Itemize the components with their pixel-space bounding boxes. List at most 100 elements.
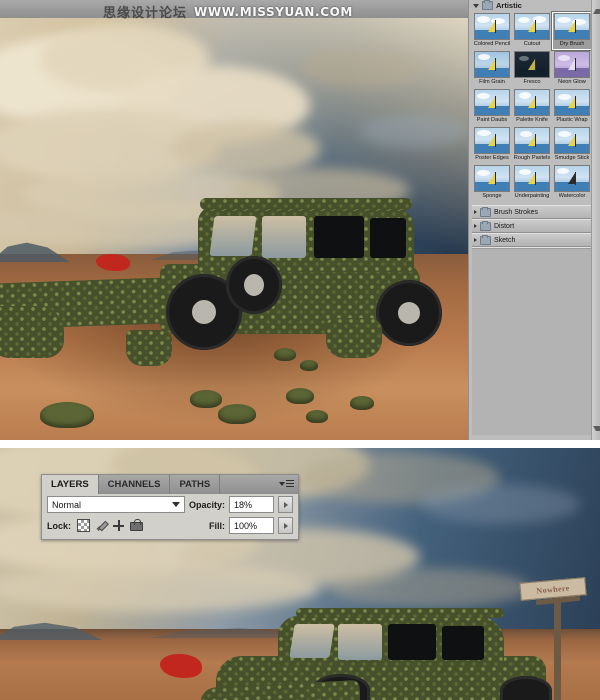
thumb-mast <box>495 58 496 71</box>
preview-titlebar-strip <box>0 0 468 18</box>
car-wheel-rear <box>376 280 442 346</box>
thumb-sail <box>568 21 575 32</box>
filter-item-sponge[interactable]: Sponge <box>472 164 512 202</box>
scroll-down-arrow-icon[interactable] <box>593 426 600 438</box>
triangle-down-icon[interactable] <box>473 3 479 8</box>
lock-label: Lock: <box>47 520 72 531</box>
thumb-mast <box>495 20 496 33</box>
lock-fill-row[interactable]: Lock: Fill: 100% <box>42 515 298 536</box>
cloud <box>300 48 420 88</box>
thumb-mast <box>575 20 576 33</box>
thumb-sail <box>528 173 535 184</box>
filter-item-colored-pencil[interactable]: Colored Pencil <box>472 12 512 50</box>
lock-transparent-pixels-icon[interactable] <box>77 519 91 532</box>
thumb-sail <box>488 97 495 108</box>
filter-gallery-scrollbar[interactable] <box>591 0 600 440</box>
filter-thumbnail-grid[interactable]: Colored Pencil Cutout Dry Brush Film Gra… <box>472 12 592 202</box>
filter-category-sketch[interactable]: Sketch <box>472 233 598 247</box>
filter-item-film-grain[interactable]: Film Grain <box>472 50 512 88</box>
filter-label: Paint Daubs <box>476 117 508 123</box>
filter-label: Colored Pencil <box>473 41 511 47</box>
filter-thumbnail <box>474 13 510 40</box>
filter-gallery-preview-image <box>0 0 468 440</box>
opacity-stepper[interactable] <box>278 496 293 513</box>
image-separator-gap <box>0 440 600 448</box>
filter-label: Underpainting <box>514 193 550 199</box>
filter-label: Rough Pastels <box>513 155 551 161</box>
thumb-mast <box>495 172 496 185</box>
thumb-mast <box>535 58 536 71</box>
scroll-up-arrow-icon[interactable] <box>593 2 600 14</box>
thumb-mast <box>495 96 496 109</box>
croc-car-roofrack <box>200 198 412 210</box>
blend-mode-select[interactable]: Normal <box>47 496 185 513</box>
filter-thumbnail <box>554 13 590 40</box>
lock-all-icon[interactable] <box>130 519 144 531</box>
tab-channels[interactable]: CHANNELS <box>99 475 171 494</box>
thumb-mast <box>535 20 536 33</box>
filter-label: Sponge <box>482 193 502 199</box>
layers-panel[interactable]: LAYERS CHANNELS PATHS Normal Opacity: 18… <box>41 474 299 540</box>
filter-category-artistic[interactable]: Artistic <box>472 0 592 11</box>
lock-buttons-group[interactable] <box>77 519 144 532</box>
filter-item-smudge-stick[interactable]: Smudge Stick <box>552 126 592 164</box>
filter-item-watercolor[interactable]: Watercolor <box>552 164 592 202</box>
car-window-front <box>262 216 306 258</box>
cloud <box>330 568 530 608</box>
lock-image-pixels-icon[interactable] <box>96 520 107 531</box>
chevron-down-icon <box>279 481 285 486</box>
category-label: Sketch <box>494 236 516 244</box>
lock-position-icon[interactable] <box>113 520 125 531</box>
thumb-mast <box>535 134 536 147</box>
result-croc-car-roofrack <box>296 608 504 618</box>
rock <box>274 348 296 361</box>
blend-opacity-row[interactable]: Normal Opacity: 18% <box>42 494 298 515</box>
chevron-down-icon[interactable] <box>171 502 180 507</box>
thumb-sail <box>528 59 535 70</box>
triangle-right-icon[interactable] <box>474 238 477 242</box>
car-window-mid <box>314 216 364 258</box>
filter-item-palette-knife[interactable]: Palette Knife <box>512 88 552 126</box>
filter-item-plastic-wrap[interactable]: Plastic Wrap <box>552 88 592 126</box>
triangle-right-icon <box>283 522 288 529</box>
filter-gallery-empty-area <box>472 248 592 435</box>
filter-label: Smudge Stick <box>554 155 590 161</box>
panel-menu-icon[interactable] <box>279 480 294 488</box>
result-car-window-mid <box>388 624 436 660</box>
opacity-input[interactable]: 18% <box>229 496 274 513</box>
filter-item-underpainting[interactable]: Underpainting <box>512 164 552 202</box>
fill-input[interactable]: 100% <box>229 517 274 534</box>
menu-lines-icon <box>286 480 294 488</box>
filter-item-cutout[interactable]: Cutout <box>512 12 552 50</box>
thumb-sail <box>568 97 575 108</box>
filter-gallery-panel[interactable]: Artistic Colored Pencil Cutout Dry Brush… <box>468 0 600 440</box>
filter-category-brush-strokes[interactable]: Brush Strokes <box>472 205 598 219</box>
layers-panel-tabbar[interactable]: LAYERS CHANNELS PATHS <box>42 475 298 494</box>
filter-item-poster-edges[interactable]: Poster Edges <box>472 126 512 164</box>
rock <box>306 410 328 423</box>
result-car-wheel-rear <box>500 676 552 700</box>
triangle-right-icon[interactable] <box>474 224 477 228</box>
filter-category-distort[interactable]: Distort <box>472 219 598 233</box>
result-car-window-rear <box>442 626 484 660</box>
filter-thumbnail <box>554 51 590 78</box>
tab-layers[interactable]: LAYERS <box>42 475 99 494</box>
tab-paths[interactable]: PATHS <box>170 475 221 494</box>
filter-gallery-content: Artistic Colored Pencil Cutout Dry Brush… <box>472 0 598 275</box>
rock <box>286 388 314 404</box>
triangle-right-icon[interactable] <box>474 210 477 214</box>
filter-item-dry-brush[interactable]: Dry Brush <box>552 12 592 50</box>
opacity-value: 18% <box>234 499 253 510</box>
filter-thumbnail <box>514 13 550 40</box>
fill-stepper[interactable] <box>278 517 293 534</box>
filter-label: Neon Glow <box>558 79 586 85</box>
thumb-sail <box>528 135 535 146</box>
filter-item-rough-pastels[interactable]: Rough Pastels <box>512 126 552 164</box>
filter-item-paint-daubs[interactable]: Paint Daubs <box>472 88 512 126</box>
filter-thumbnail <box>554 165 590 192</box>
filter-thumbnail <box>514 127 550 154</box>
thumb-sail <box>488 59 495 70</box>
filter-item-neon-glow[interactable]: Neon Glow <box>552 50 592 88</box>
filter-item-fresco[interactable]: Fresco <box>512 50 552 88</box>
thumb-mast <box>495 134 496 147</box>
